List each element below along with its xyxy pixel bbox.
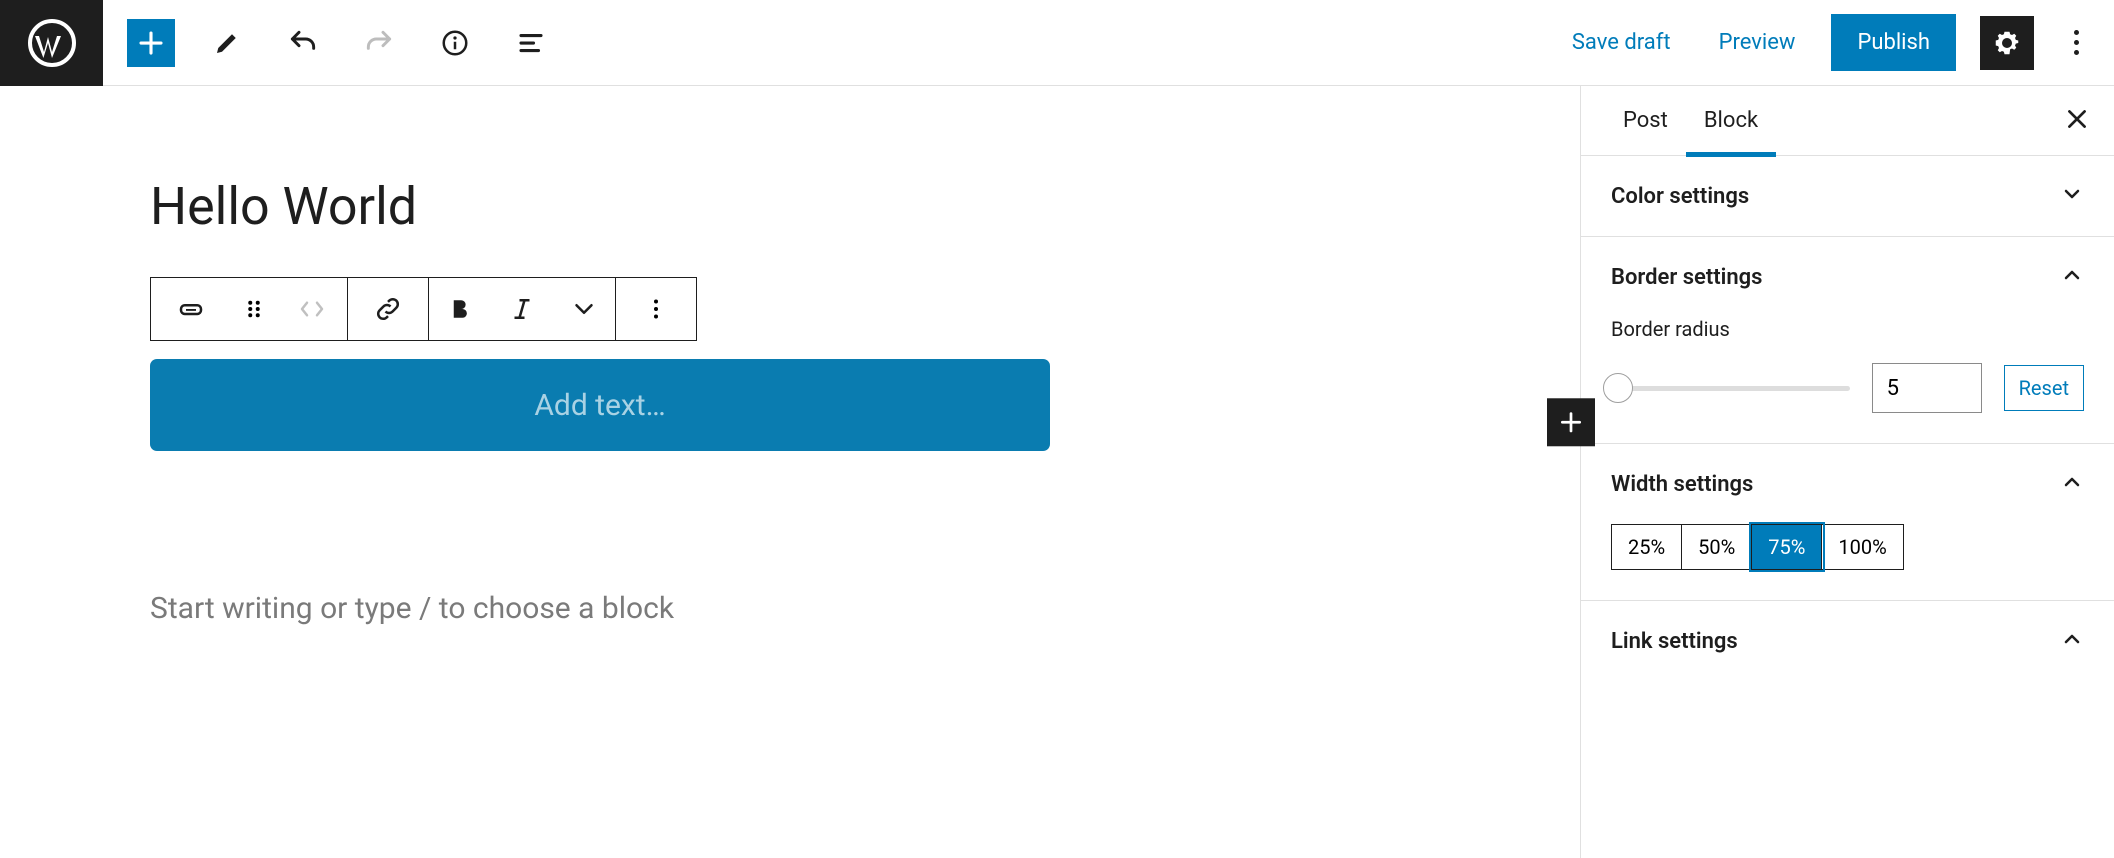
editor-topbar: Save draft Preview Publish bbox=[0, 0, 2114, 86]
link-icon bbox=[373, 294, 403, 324]
link-button[interactable] bbox=[348, 278, 428, 340]
chevron-up-icon bbox=[2060, 470, 2084, 498]
plus-icon bbox=[1558, 409, 1584, 435]
panel-width-toggle[interactable]: Width settings bbox=[1581, 444, 2114, 524]
wp-logo-button[interactable] bbox=[0, 0, 103, 86]
panel-link-title: Link settings bbox=[1611, 629, 1738, 654]
tab-post[interactable]: Post bbox=[1605, 86, 1686, 156]
editor-layout: Hello World bbox=[0, 86, 2114, 858]
more-formatting-button[interactable] bbox=[553, 278, 615, 340]
button-block-wrap: Add text… bbox=[150, 359, 1520, 451]
more-options-button[interactable] bbox=[2058, 19, 2094, 67]
preview-button[interactable]: Preview bbox=[1707, 20, 1808, 65]
block-toolbar bbox=[150, 277, 697, 341]
panel-border-body: Border radius Reset bbox=[1581, 317, 2114, 443]
kebab-icon bbox=[641, 294, 671, 324]
panel-link-toggle[interactable]: Link settings bbox=[1581, 601, 2114, 681]
width-option-75[interactable]: 75% bbox=[1752, 525, 1822, 569]
default-block-hint[interactable]: Start writing or type / to choose a bloc… bbox=[150, 591, 1520, 626]
redo-icon bbox=[363, 27, 395, 59]
border-radius-label: Border radius bbox=[1611, 317, 2084, 341]
gear-icon bbox=[1992, 28, 2022, 58]
info-icon bbox=[440, 28, 470, 58]
button-block[interactable]: Add text… bbox=[150, 359, 1050, 451]
publish-button[interactable]: Publish bbox=[1831, 14, 1956, 71]
slider-handle[interactable] bbox=[1603, 373, 1633, 403]
button-block-icon bbox=[176, 294, 206, 324]
redo-button bbox=[355, 19, 403, 67]
width-option-100[interactable]: 100% bbox=[1822, 525, 1902, 569]
toolbar-left-group bbox=[103, 19, 555, 67]
drag-icon bbox=[239, 294, 269, 324]
border-radius-reset-button[interactable]: Reset bbox=[2004, 365, 2084, 411]
chevron-down-icon bbox=[2060, 182, 2084, 210]
panel-color-settings: Color settings bbox=[1581, 156, 2114, 237]
bold-icon bbox=[445, 294, 475, 324]
panel-border-title: Border settings bbox=[1611, 265, 1763, 290]
move-icon bbox=[297, 294, 327, 324]
toolbar-right-group: Save draft Preview Publish bbox=[1560, 14, 2114, 71]
insert-block-after-button[interactable] bbox=[1547, 398, 1595, 446]
border-radius-input[interactable] bbox=[1872, 363, 1982, 413]
editor-canvas[interactable]: Hello World bbox=[0, 86, 1580, 858]
plus-icon bbox=[136, 28, 166, 58]
italic-icon bbox=[507, 294, 537, 324]
dot-icon bbox=[2074, 30, 2079, 35]
add-block-button[interactable] bbox=[127, 19, 175, 67]
width-option-50[interactable]: 50% bbox=[1682, 525, 1752, 569]
panel-color-title: Color settings bbox=[1611, 184, 1749, 209]
post-title[interactable]: Hello World bbox=[150, 176, 1520, 237]
bold-button[interactable] bbox=[429, 278, 491, 340]
close-icon bbox=[2064, 106, 2090, 132]
undo-button[interactable] bbox=[279, 19, 327, 67]
move-arrows[interactable] bbox=[277, 278, 347, 340]
pencil-icon bbox=[212, 28, 242, 58]
panel-width-title: Width settings bbox=[1611, 472, 1753, 497]
panel-width-body: 25% 50% 75% 100% bbox=[1581, 524, 2114, 600]
wordpress-icon bbox=[28, 19, 76, 67]
italic-button[interactable] bbox=[491, 278, 553, 340]
panel-link-settings: Link settings bbox=[1581, 601, 2114, 681]
button-block-placeholder: Add text… bbox=[534, 388, 665, 423]
settings-sidebar: Post Block Color settings Border setting… bbox=[1580, 86, 2114, 858]
block-type-button[interactable] bbox=[151, 278, 231, 340]
save-draft-button[interactable]: Save draft bbox=[1560, 20, 1683, 65]
sidebar-tabs: Post Block bbox=[1581, 86, 2114, 156]
chevron-up-icon bbox=[2060, 263, 2084, 291]
width-options: 25% 50% 75% 100% bbox=[1611, 524, 1904, 570]
panel-border-toggle[interactable]: Border settings bbox=[1581, 237, 2114, 317]
settings-button[interactable] bbox=[1980, 16, 2034, 70]
border-radius-row: Reset bbox=[1611, 363, 2084, 413]
undo-icon bbox=[287, 27, 319, 59]
block-more-options[interactable] bbox=[616, 278, 696, 340]
panel-color-toggle[interactable]: Color settings bbox=[1581, 156, 2114, 236]
chevron-down-icon bbox=[569, 294, 599, 324]
chevron-up-icon bbox=[2060, 627, 2084, 655]
outline-icon bbox=[516, 28, 546, 58]
edit-mode-button[interactable] bbox=[203, 19, 251, 67]
document-outline-button[interactable] bbox=[507, 19, 555, 67]
border-radius-slider[interactable] bbox=[1611, 376, 1850, 400]
drag-handle[interactable] bbox=[231, 278, 277, 340]
width-option-25[interactable]: 25% bbox=[1612, 525, 1682, 569]
panel-width-settings: Width settings 25% 50% 75% 100% bbox=[1581, 444, 2114, 601]
close-sidebar-button[interactable] bbox=[2064, 106, 2090, 136]
tab-block[interactable]: Block bbox=[1686, 86, 1776, 156]
document-info-button[interactable] bbox=[431, 19, 479, 67]
panel-border-settings: Border settings Border radius Reset bbox=[1581, 237, 2114, 444]
